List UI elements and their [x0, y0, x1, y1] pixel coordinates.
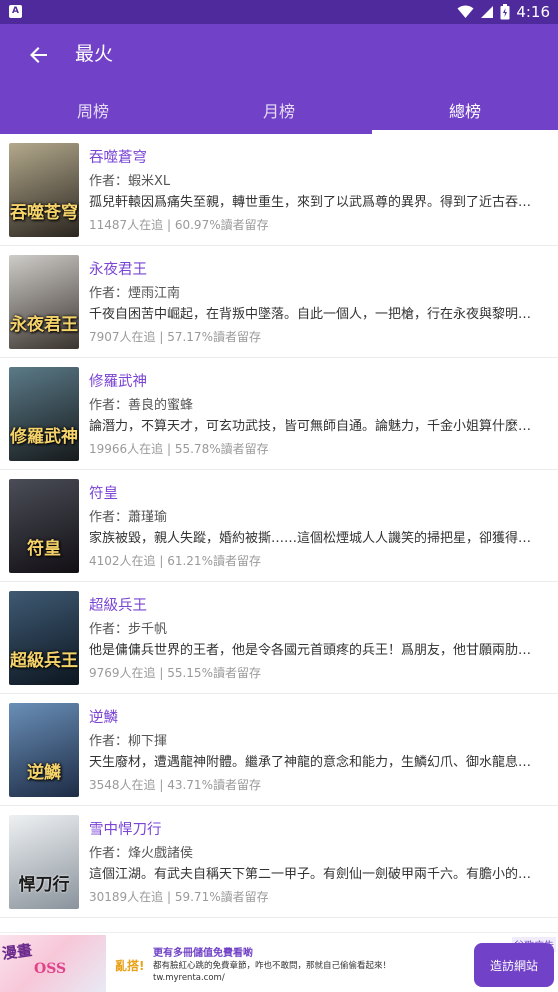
back-arrow-icon — [30, 47, 47, 63]
ad-image-text: OSS — [34, 961, 67, 977]
book-title: 符皇 — [89, 486, 118, 502]
back-button[interactable] — [22, 38, 56, 72]
book-stats: 19966人在追 | 55.78%讀者留存 — [89, 442, 269, 456]
status-icons: 4:16 — [457, 2, 550, 22]
app-toolbar: 最火 — [0, 24, 558, 86]
status-time: 4:16 — [516, 3, 550, 21]
book-cover: 吞噬苍穹 — [9, 143, 79, 237]
book-author: 作者：蝦米XL — [89, 174, 171, 189]
ad-headline: 更有多冊儲值免費看喲 — [153, 948, 253, 959]
book-title: 雪中悍刀行 — [89, 822, 162, 838]
book-list-item[interactable]: 逆鱗 逆鱗 作者：柳下揮 天生廢材，遭遇龍神附體。繼承了神龍的意念和能力，生鱗幻… — [0, 694, 558, 806]
book-author: 作者：善良的蜜蜂 — [89, 398, 194, 413]
book-description: 這個江湖。有武夫自稱天下第二一甲子。有劍仙一劍破甲兩千六。有膽小的長公主，也有說… — [89, 867, 534, 882]
book-info: 雪中悍刀行 作者：烽火戲諸侯 這個江湖。有武夫自稱天下第二一甲子。有劍仙一劍破甲… — [89, 820, 539, 907]
cover-title-text: 修羅武神 — [10, 427, 78, 447]
signal-icon — [481, 6, 494, 18]
book-cover: 逆鱗 — [9, 703, 79, 797]
tab-weekly[interactable]: 周榜 — [0, 86, 186, 134]
book-stats: 3548人在追 | 43.71%讀者留存 — [89, 778, 261, 792]
book-description: 千夜自困苦中崛起，在背叛中墜落。自此一個人，一把槍，行在永夜與黎明之間，卻走出一… — [89, 307, 534, 322]
ad-banner[interactable]: 漫畫 OSS 亂搭! 更有多冊儲值免費看喲 都有臉紅心跳的免費章節，咋也不敢問，… — [0, 932, 558, 992]
notification-a-icon: A — [9, 5, 22, 18]
cover-title-text: 超級兵王 — [10, 651, 78, 671]
book-title: 吞噬蒼穹 — [89, 150, 147, 166]
status-bar: A 4:16 — [0, 0, 558, 24]
cover-title-text: 吞噬苍穹 — [10, 203, 78, 223]
ranking-tabs: 周榜 月榜 總榜 — [0, 86, 558, 134]
wifi-icon — [457, 5, 474, 18]
book-list-item[interactable]: 永夜君王 永夜君王 作者：煙雨江南 千夜自困苦中崛起，在背叛中墜落。自此一個人，… — [0, 246, 558, 358]
book-cover: 悍刀行 — [9, 815, 79, 909]
book-title: 修羅武神 — [89, 374, 147, 390]
book-info: 符皇 作者：蕭瑾瑜 家族被毀，親人失蹤，婚約被撕……這個松煙城人人譏笑的掃把星，… — [89, 484, 539, 571]
book-info: 永夜君王 作者：煙雨江南 千夜自困苦中崛起，在背叛中墜落。自此一個人，一把槍，行… — [89, 260, 539, 347]
battery-icon — [500, 4, 510, 20]
book-author: 作者：煙雨江南 — [89, 286, 181, 301]
book-description: 他是傭傭兵世界的王者，他是令各國元首頭疼的兵王！爲朋友，他甘願兩肋插刀，爲女人，… — [89, 643, 534, 658]
book-info: 修羅武神 作者：善良的蜜蜂 論潛力，不算天才，可玄功武技，皆可無師自通。論魅力，… — [89, 372, 539, 459]
book-title: 逆鱗 — [89, 710, 118, 726]
book-author: 作者：蕭瑾瑜 — [89, 510, 168, 525]
book-info: 逆鱗 作者：柳下揮 天生廢材，遭遇龍神附體。繼承了神龍的意念和能力，生鱗幻爪、御… — [89, 708, 539, 795]
book-cover: 修羅武神 — [9, 367, 79, 461]
book-title: 永夜君王 — [89, 262, 147, 278]
tab-all-time[interactable]: 總榜 — [372, 86, 558, 134]
book-stats: 4102人在追 | 61.21%讀者留存 — [89, 554, 261, 568]
book-list-item[interactable]: 悍刀行 雪中悍刀行 作者：烽火戲諸侯 這個江湖。有武夫自稱天下第二一甲子。有劍仙… — [0, 806, 558, 918]
tab-monthly[interactable]: 月榜 — [186, 86, 372, 134]
book-list-item[interactable]: 修羅武神 修羅武神 作者：善良的蜜蜂 論潛力，不算天才，可玄功武技，皆可無師自通… — [0, 358, 558, 470]
cover-title-text: 符皇 — [27, 539, 61, 559]
book-info: 超級兵王 作者：步千帆 他是傭傭兵世界的王者，他是令各國元首頭疼的兵王！爲朋友，… — [89, 596, 539, 683]
book-stats: 7907人在追 | 57.17%讀者留存 — [89, 330, 261, 344]
cover-title-text: 永夜君王 — [10, 315, 78, 335]
book-list-item[interactable]: 符皇 符皇 作者：蕭瑾瑜 家族被毀，親人失蹤，婚約被撕……這個松煙城人人譏笑的掃… — [0, 470, 558, 582]
book-list-item[interactable]: 吞噬苍穹 吞噬蒼穹 作者：蝦米XL 孤兒軒轅因爲痛失至親，轉世重生，來到了以武爲… — [0, 134, 558, 246]
ad-subtext: 都有臉紅心跳的免費章節，咋也不敢問，那就自己偷偷看起來！ — [153, 961, 392, 971]
book-description: 論潛力，不算天才，可玄功武技，皆可無師自通。論魅力，千金小姐算什麼，公主女王都爲… — [89, 419, 534, 434]
book-title: 超級兵王 — [89, 598, 147, 614]
book-cover: 永夜君王 — [9, 255, 79, 349]
book-cover: 超級兵王 — [9, 591, 79, 685]
book-list-item[interactable]: 超級兵王 超級兵王 作者：步千帆 他是傭傭兵世界的王者，他是令各國元首頭疼的兵王… — [0, 582, 558, 694]
book-stats: 11487人在追 | 60.97%讀者留存 — [89, 218, 269, 232]
book-author: 作者：柳下揮 — [89, 734, 168, 749]
book-stats: 30189人在追 | 59.71%讀者留存 — [89, 890, 269, 904]
visit-site-button[interactable]: 造訪網站 — [474, 943, 554, 987]
book-cover: 符皇 — [9, 479, 79, 573]
ad-image-text: 漫畫 — [0, 940, 34, 963]
book-description: 天生廢材，遭遇龍神附體。繼承了神龍的意念和能力，生鱗幻爪、御水龍息、行雲布雨…… — [89, 755, 534, 770]
book-author: 作者：步千帆 — [89, 622, 168, 637]
ad-image: 漫畫 OSS — [0, 935, 106, 992]
book-list: 吞噬苍穹 吞噬蒼穹 作者：蝦米XL 孤兒軒轅因爲痛失至親，轉世重生，來到了以武爲… — [0, 134, 558, 918]
ad-brand: 亂搭! — [115, 959, 145, 973]
cover-title-text: 逆鱗 — [27, 763, 61, 783]
book-author: 作者：烽火戲諸侯 — [89, 846, 194, 861]
cover-title-text: 悍刀行 — [18, 875, 70, 895]
book-description: 孤兒軒轅因爲痛失至親，轉世重生，來到了以武爲尊的異界。得到了近古吞噬精華能力，要… — [89, 195, 534, 210]
ad-url: tw.myrenta.com/ — [153, 973, 225, 983]
book-description: 家族被毀，親人失蹤，婚約被撕……這個松煙城人人譏笑的掃把星，卻獲得百世符皇的傳承… — [89, 531, 534, 546]
book-stats: 9769人在追 | 55.15%讀者留存 — [89, 666, 261, 680]
page-title: 最火 — [75, 43, 114, 65]
book-info: 吞噬蒼穹 作者：蝦米XL 孤兒軒轅因爲痛失至親，轉世重生，來到了以武爲尊的異界。… — [89, 148, 539, 235]
